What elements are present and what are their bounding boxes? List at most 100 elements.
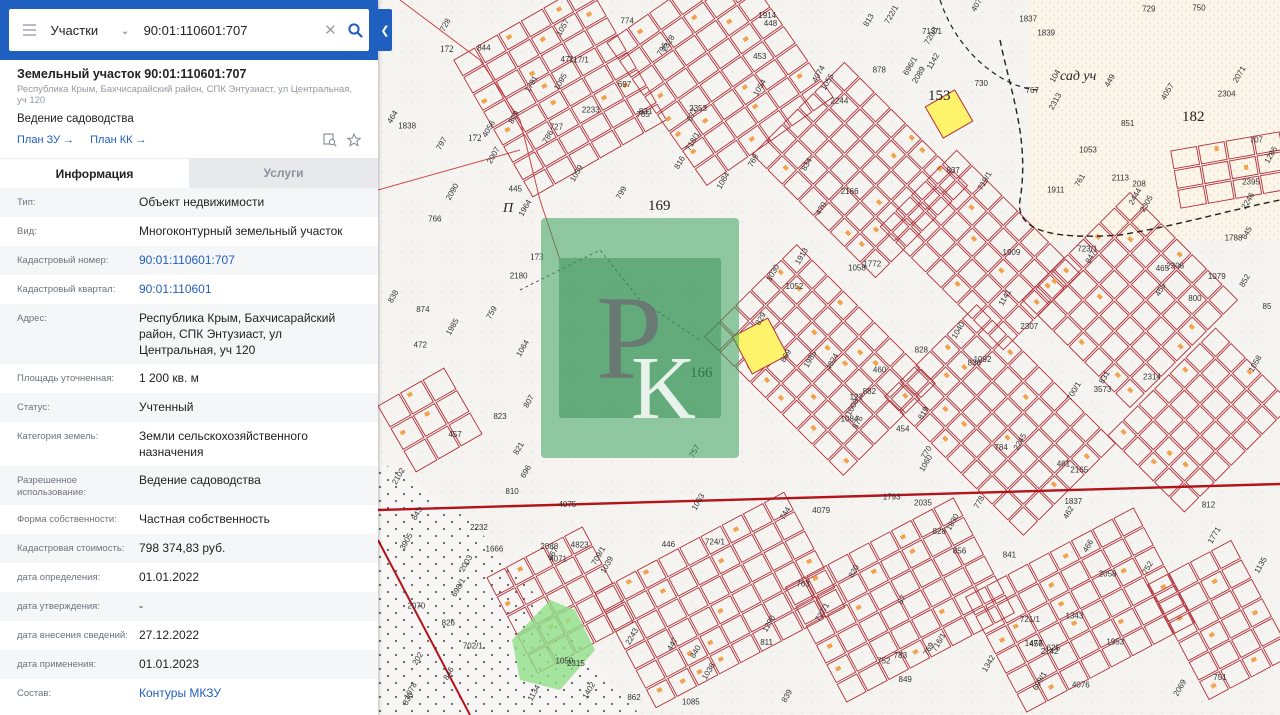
- parcel-number-label: 862: [627, 693, 641, 702]
- parcel-number-label: 1092: [974, 355, 992, 364]
- attribute-label: дата утверждения:: [17, 601, 100, 612]
- parcel-number-label: 2244: [831, 97, 849, 106]
- parcel-number-label: 4823: [571, 540, 589, 549]
- parcel-number-label: 2306: [1166, 262, 1184, 271]
- parcel-number-label: 810: [505, 487, 519, 496]
- parcel-number-label: 774: [621, 16, 635, 25]
- parcel-number-label: 2314: [1143, 372, 1161, 381]
- parcel-number-label: 4079: [812, 506, 830, 515]
- building-shape: [1214, 145, 1220, 152]
- parcel-number-label: 2165: [1070, 466, 1088, 475]
- attribute-row: Кадастровый номер: 90:01:110601:707: [0, 246, 378, 275]
- attribute-value: Многоконтурный земельный участок: [139, 224, 343, 238]
- parcel-number-label: 445: [509, 185, 523, 194]
- parcel-number-label: 1050: [555, 656, 573, 665]
- parcel-number-label: 1953: [1106, 637, 1124, 646]
- attribute-row: дата определения: 01.01.2022: [0, 563, 378, 592]
- chevron-down-icon: ⌄: [120, 24, 130, 37]
- map-label: сад уч: [1060, 69, 1097, 84]
- parcel-number-label: 707: [1250, 136, 1264, 145]
- attribute-value: Ведение садоводства: [139, 473, 261, 487]
- map-label: 169: [648, 198, 671, 214]
- parcel-number-label: 1666: [486, 544, 504, 553]
- category-select-label: Участки: [50, 22, 99, 38]
- parcel-number-label: 763: [796, 580, 810, 589]
- attribute-value-link[interactable]: 90:01:110601:707: [139, 252, 235, 268]
- parcel-number-label: 800: [1188, 294, 1202, 303]
- attribute-table: Тип: Объект недвижимости Вид: Многоконтурны…: [0, 188, 378, 708]
- parcel-number-label: 1085: [682, 697, 700, 706]
- attribute-label: Адрес:: [17, 313, 47, 324]
- attribute-row: Статус: Учтенный: [0, 393, 378, 422]
- attribute-row: дата применения: 01.01.2023: [0, 650, 378, 679]
- parcel-number-label: 766: [428, 215, 442, 224]
- star-icon[interactable]: [347, 133, 361, 147]
- attribute-label: Кадастровая стоимость:: [17, 543, 125, 554]
- attribute-value: Учтенный: [139, 400, 194, 414]
- tab-bar: Информация Услуги: [0, 158, 378, 188]
- collapse-panel-button[interactable]: ❮: [378, 9, 392, 51]
- object-address: Республика Крым, Бахчисарайский район, С…: [17, 84, 353, 106]
- parcel-number-label: 1053: [1079, 146, 1097, 155]
- clear-icon[interactable]: ✕: [320, 21, 342, 39]
- info-panel: Участки ⌄ ✕ Земельный участок 90:01:1106…: [0, 0, 378, 715]
- attribute-label: Площадь уточненная:: [17, 373, 115, 384]
- find-on-map-icon[interactable]: [323, 133, 337, 147]
- parcel-number-label: 878: [873, 65, 887, 74]
- plan-links: План ЗУ → План КК →: [17, 132, 361, 148]
- attribute-value: Частная собственность: [139, 512, 270, 526]
- map-label: 153: [928, 88, 951, 104]
- map-label: П: [502, 201, 514, 216]
- search-box: Участки ⌄ ✕: [9, 9, 369, 51]
- parcel-number-label: 727: [550, 122, 564, 131]
- parcel-number-label: 446: [662, 540, 676, 549]
- attribute-label: Статус:: [17, 402, 50, 413]
- attribute-label: Тип:: [17, 197, 36, 208]
- parcel-number-label: 1911: [1047, 186, 1065, 195]
- parcel-number-label: 1079: [1208, 272, 1226, 281]
- parcel-number-label: 874: [416, 305, 430, 314]
- parcel-number-label: 729: [1142, 4, 1156, 13]
- attribute-label: дата внесения сведений:: [17, 630, 128, 641]
- category-select[interactable]: Участки ⌄: [51, 23, 136, 38]
- attribute-row: Кадастровая стоимость: 798 374,83 руб.: [0, 534, 378, 563]
- attribute-value: Объект недвижимости: [139, 195, 265, 209]
- parcel-number-label: 2307: [1020, 322, 1038, 331]
- attribute-value-link[interactable]: Контуры МКЗУ: [139, 685, 221, 701]
- parcel-number-label: 767: [1026, 86, 1040, 95]
- parcel-number-label: 844: [477, 44, 491, 53]
- attribute-label: Состав:: [17, 688, 52, 699]
- parcel-number-label: 625: [1047, 644, 1061, 653]
- object-title: Земельный участок 90:01:110601:707: [17, 67, 247, 81]
- parcel-number-label: 882: [863, 387, 877, 396]
- attribute-value: 01.01.2022: [139, 570, 200, 584]
- parcel-number-label: 837: [947, 166, 961, 175]
- parcel-number-label: 1343: [1066, 611, 1084, 620]
- parcel-number-label: 723/1: [1077, 244, 1098, 253]
- menu-icon[interactable]: [9, 9, 51, 51]
- search-input[interactable]: [135, 22, 320, 38]
- attribute-row: дата внесения сведений: 27.12.2022: [0, 621, 378, 650]
- parcel-number-label: 849: [899, 675, 913, 684]
- map-label: 182: [1182, 109, 1205, 125]
- attribute-row: дата утверждения: -: [0, 592, 378, 621]
- search-button[interactable]: [341, 9, 369, 51]
- attribute-row: Разрешенное использование: Ведение садово…: [0, 466, 378, 505]
- parcel-number-label: 453: [753, 52, 767, 61]
- parcel-number-label: 783: [894, 651, 908, 660]
- parcel-number-label: 4075: [558, 500, 576, 509]
- parcel-number-label: 2233: [582, 106, 600, 115]
- attribute-value: Республика Крым, Бахчисарайский район, С…: [139, 311, 336, 357]
- parcel-number-label: 717/1: [569, 56, 590, 65]
- attribute-value-link[interactable]: 90:01:110601: [139, 281, 212, 297]
- attribute-value: 1 200 кв. м: [139, 371, 199, 385]
- attribute-row: Категория земель: Земли сельскохозяйствен…: [0, 422, 378, 466]
- plan-zu-link[interactable]: План ЗУ →: [17, 134, 74, 146]
- attribute-label: Кадастровый номер:: [17, 255, 109, 266]
- tab-information[interactable]: Информация: [0, 158, 189, 188]
- attribute-label: Форма собственности:: [17, 514, 117, 525]
- plan-kk-link[interactable]: План КК →: [90, 134, 146, 146]
- tab-services[interactable]: Услуги: [189, 158, 378, 188]
- parcel-number-label: 1837: [1019, 14, 1037, 23]
- search-bar: Участки ⌄ ✕: [0, 0, 378, 60]
